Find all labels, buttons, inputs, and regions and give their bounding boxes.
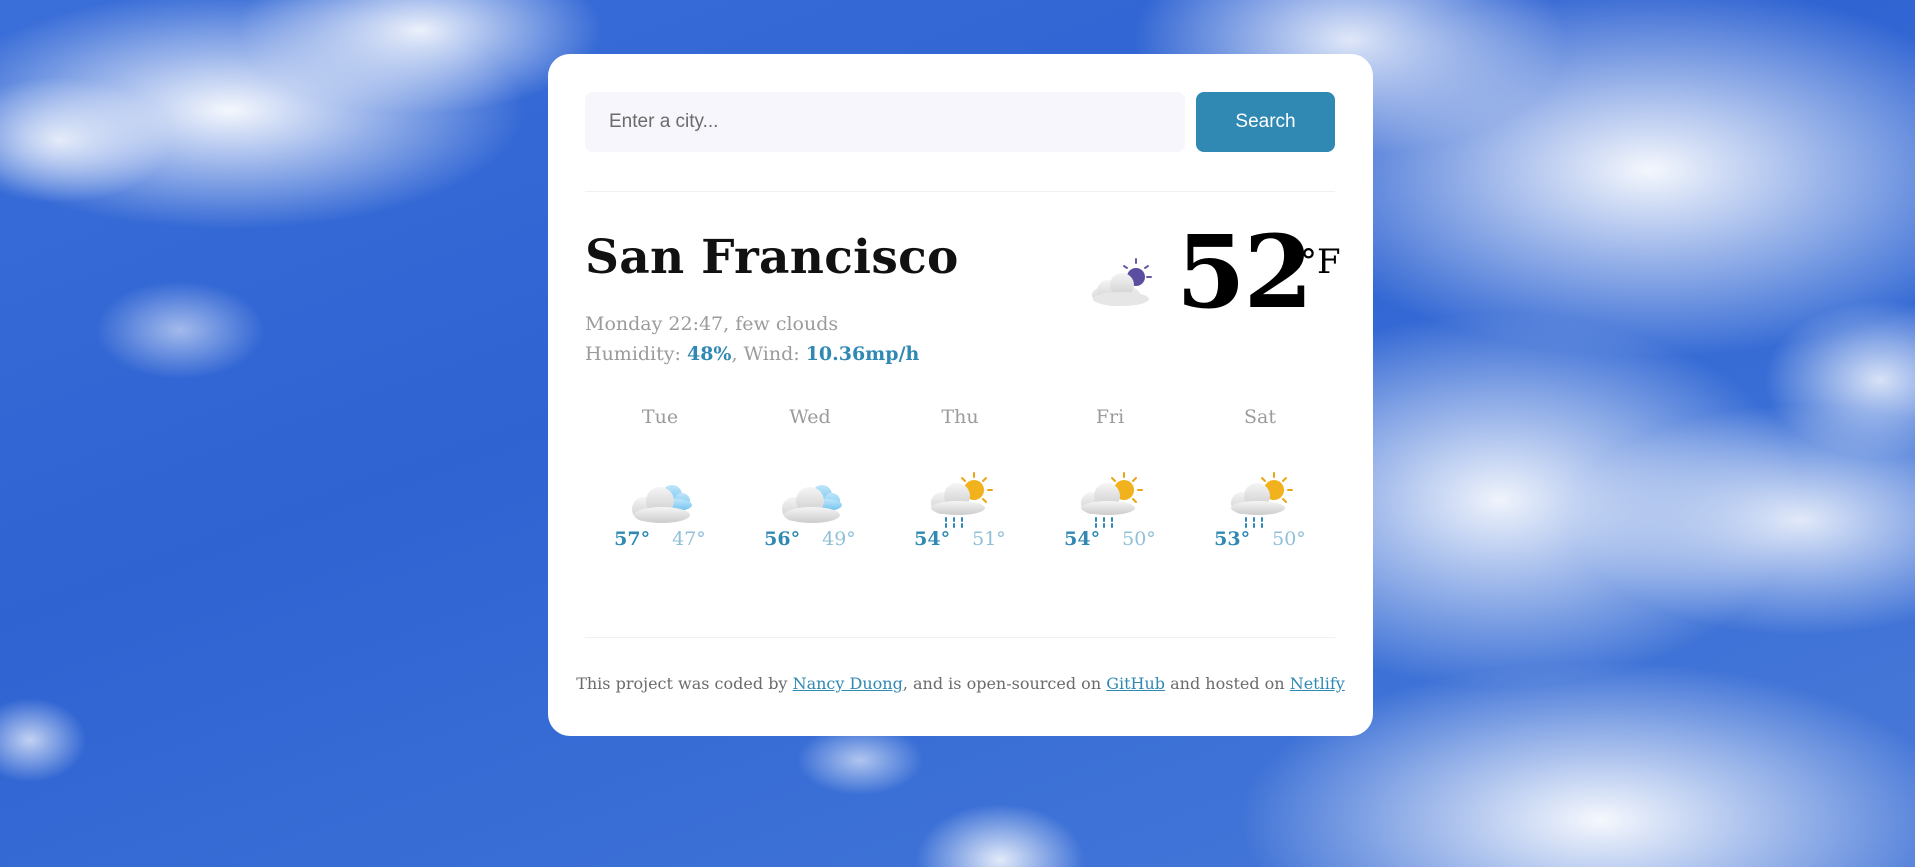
- weather-description: few clouds: [735, 313, 839, 335]
- max-temp: 57°: [614, 528, 651, 550]
- footer: This project was coded by Nancy Duong, a…: [576, 674, 1345, 693]
- rain-sun-icon: [1074, 471, 1146, 531]
- forecast-day: Fri 54° 50°: [1035, 406, 1185, 576]
- wind-value: 10.36mp/h: [805, 343, 920, 365]
- divider: [585, 637, 1335, 638]
- current-details: Monday 22:47, few clouds Humidity: 48%, …: [585, 309, 919, 369]
- max-temp: 53°: [1214, 528, 1251, 550]
- cloudy-icon: [774, 471, 846, 531]
- humidity-wind: Humidity: 48%, Wind: 10.36mp/h: [585, 343, 920, 365]
- current-temperature: 52: [1176, 213, 1313, 331]
- forecast-temps: 57° 47°: [585, 528, 735, 550]
- weather-card: Search San Francisco Monday 22:47, few c…: [548, 54, 1373, 736]
- github-link[interactable]: GitHub: [1106, 674, 1165, 693]
- netlify-link[interactable]: Netlify: [1290, 674, 1345, 693]
- search-input[interactable]: [585, 92, 1185, 152]
- forecast-day-name: Wed: [789, 406, 831, 428]
- search-button[interactable]: Search: [1196, 92, 1335, 152]
- min-temp: 50°: [1272, 528, 1306, 550]
- forecast-temps: 53° 50°: [1185, 528, 1335, 550]
- max-temp: 56°: [764, 528, 801, 550]
- min-temp: 49°: [822, 528, 856, 550]
- rain-sun-icon: [924, 471, 996, 531]
- max-temp: 54°: [1064, 528, 1101, 550]
- forecast-day-name: Sat: [1244, 406, 1276, 428]
- forecast: Tue 57° 47° Wed 56° 49° Thu 54° 51° Fri …: [585, 406, 1335, 576]
- humidity-value: 48%: [686, 343, 732, 365]
- forecast-temps: 54° 51°: [885, 528, 1035, 550]
- humidity-label: Humidity:: [585, 343, 681, 365]
- forecast-day-name: Thu: [941, 406, 979, 428]
- forecast-day-name: Fri: [1095, 406, 1125, 428]
- min-temp: 47°: [672, 528, 706, 550]
- forecast-temps: 56° 49°: [735, 528, 885, 550]
- temperature-unit: °F: [1300, 242, 1341, 282]
- forecast-day: Wed 56° 49°: [735, 406, 885, 576]
- city-name: San Francisco: [585, 230, 959, 285]
- forecast-day: Tue 57° 47°: [585, 406, 735, 576]
- max-temp: 54°: [914, 528, 951, 550]
- cloudy-icon: [624, 471, 696, 531]
- forecast-temps: 54° 50°: [1035, 528, 1185, 550]
- min-temp: 51°: [972, 528, 1006, 550]
- author-link[interactable]: Nancy Duong: [793, 674, 903, 693]
- forecast-day-name: Tue: [641, 406, 679, 428]
- date-description: Monday 22:47, few clouds: [585, 313, 839, 335]
- forecast-day: Thu 54° 51°: [885, 406, 1035, 576]
- min-temp: 50°: [1122, 528, 1156, 550]
- search-form: Search: [585, 92, 1335, 152]
- forecast-day: Sat 53° 50°: [1185, 406, 1335, 576]
- rain-sun-icon: [1224, 471, 1296, 531]
- wind-label: Wind:: [743, 343, 800, 365]
- day-time: Monday 22:47: [585, 313, 724, 335]
- divider: [585, 191, 1335, 192]
- few-clouds-night-icon: [1092, 258, 1152, 306]
